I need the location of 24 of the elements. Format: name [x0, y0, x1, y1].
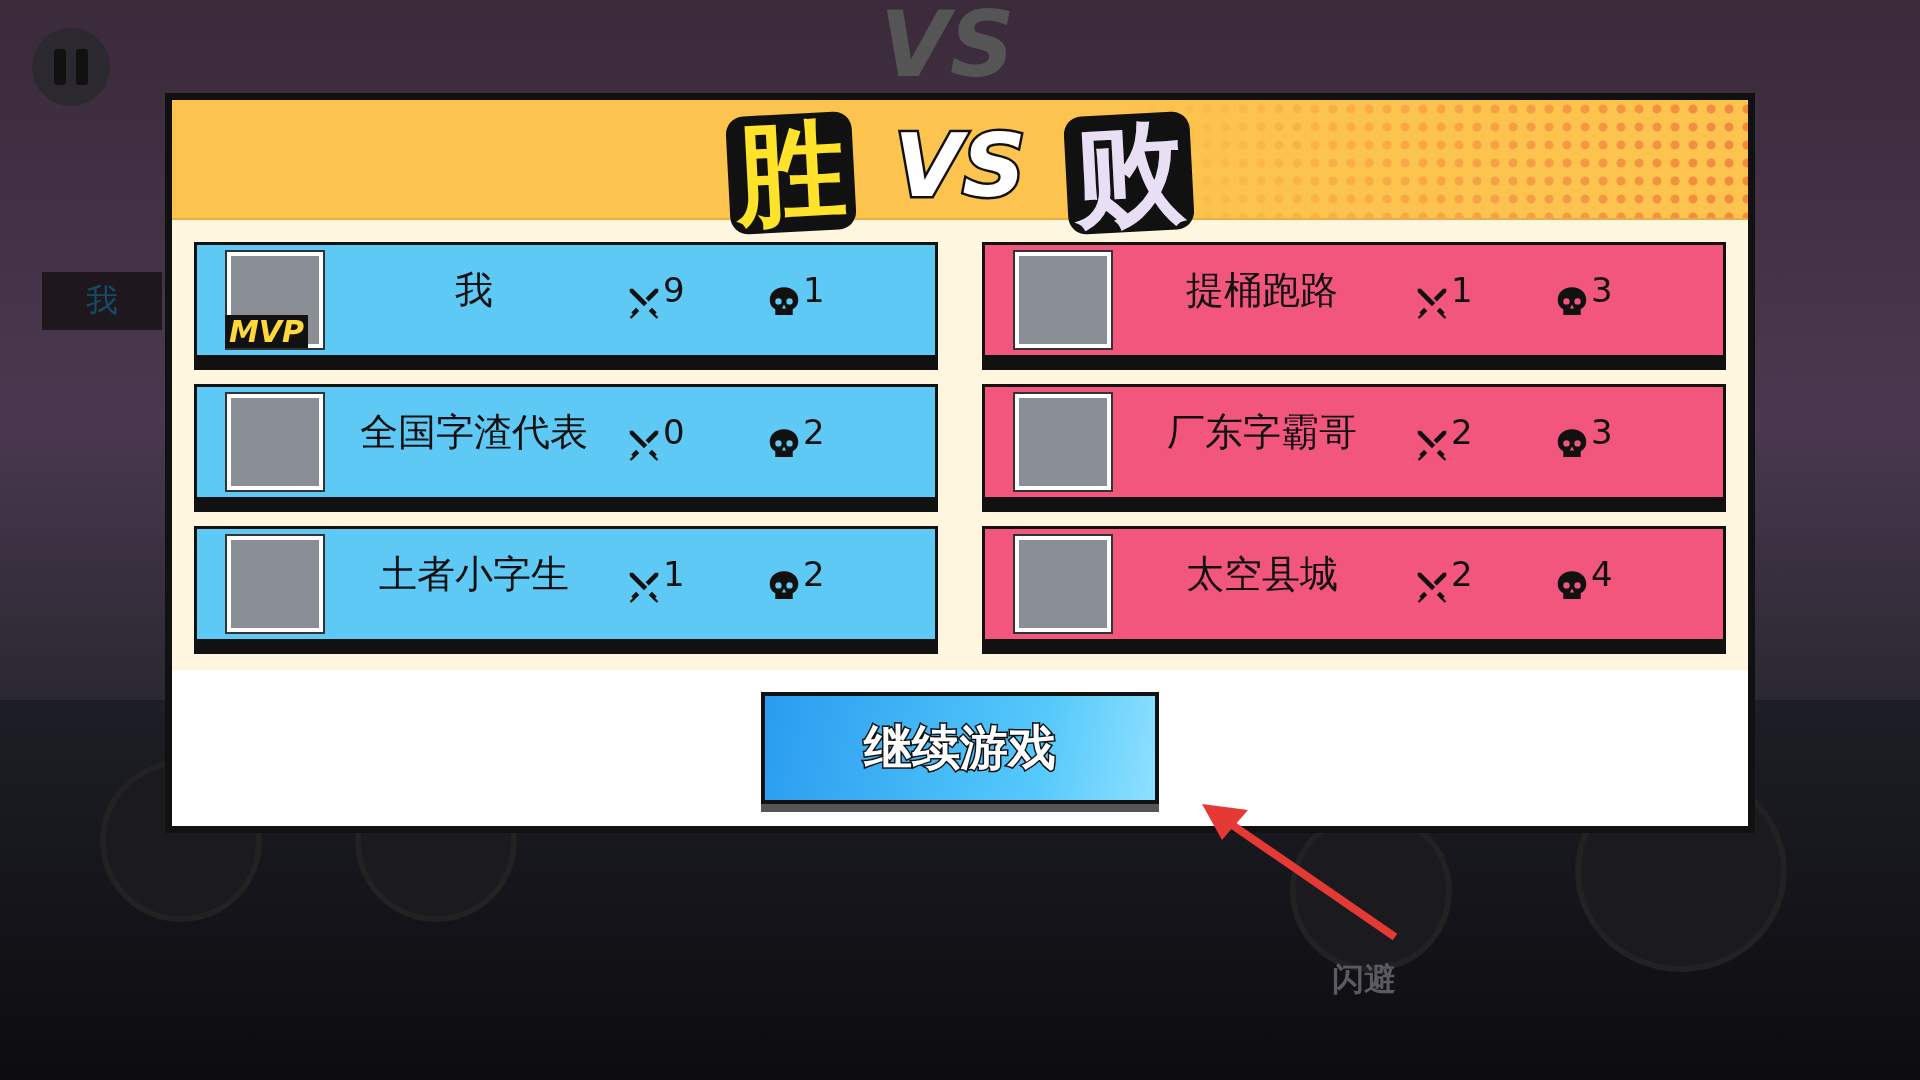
player-name: 全国字渣代表 — [359, 408, 589, 456]
death-count: 4 — [1591, 554, 1613, 594]
mvp-badge: MVP — [225, 315, 309, 348]
death-count: 1 — [803, 270, 825, 310]
death-count: 2 — [803, 412, 825, 452]
lose-title: 败 — [1062, 110, 1195, 236]
kill-count: 1 — [1451, 270, 1473, 310]
player-name: 提桶跑路 — [1185, 266, 1339, 314]
kill-count: 2 — [1451, 412, 1473, 452]
death-count: 2 — [803, 554, 825, 594]
player-tag: 我 — [42, 272, 162, 330]
kill-count: 1 — [663, 554, 685, 594]
player-name: 太空县城 — [1185, 550, 1339, 598]
kill-count: 9 — [663, 270, 685, 310]
dodge-label: 闪避 — [1332, 959, 1396, 1000]
kill-count: 2 — [1451, 554, 1473, 594]
player-name: 我 — [454, 266, 494, 314]
player-name: 厂东字霸哥 — [1166, 408, 1358, 456]
player-name: 土者小字生 — [378, 550, 570, 598]
win-title: 胜 — [725, 110, 858, 236]
vs-title: VS — [894, 122, 1026, 210]
death-count: 3 — [1591, 412, 1613, 452]
kill-count: 0 — [663, 412, 685, 452]
death-count: 3 — [1591, 270, 1613, 310]
